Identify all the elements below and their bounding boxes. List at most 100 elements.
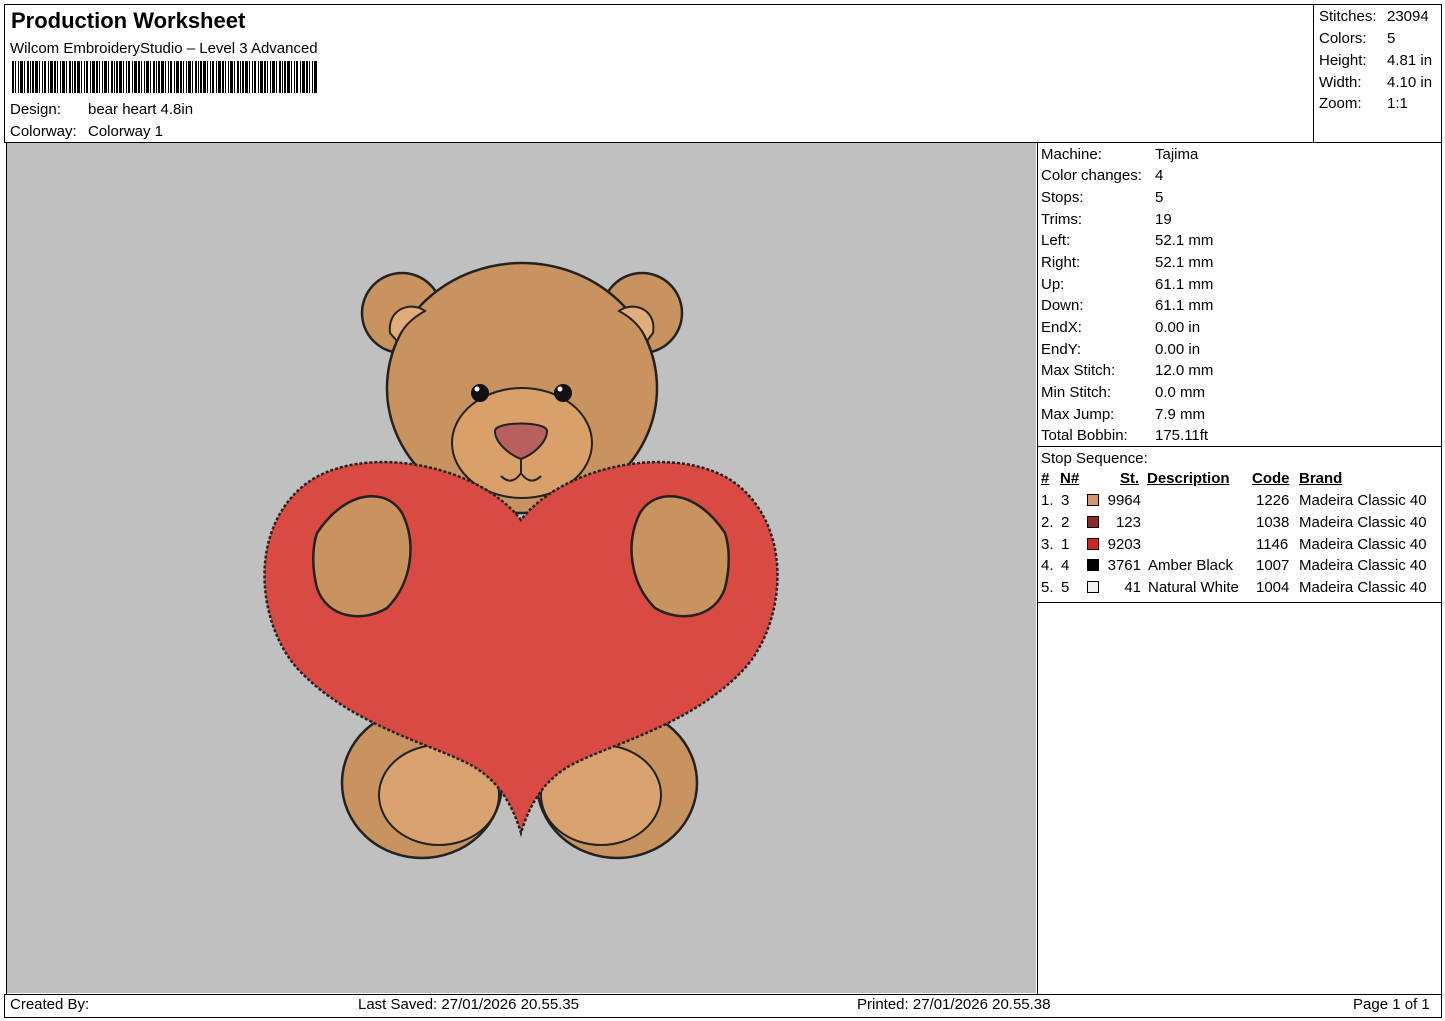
info-label: EndX: <box>1041 319 1082 336</box>
stats-value: 23094 <box>1387 8 1429 25</box>
col-header-brand: Brand <box>1299 470 1343 487</box>
info-label: Max Stitch: <box>1041 362 1116 379</box>
stats-row-zoom: Zoom: 1:1 <box>1319 95 1408 112</box>
row-brand: Madeira Classic 40 <box>1299 536 1427 553</box>
left-eye-shine <box>474 386 480 392</box>
row-n: 4 <box>1061 557 1070 574</box>
info-label: Left: <box>1041 232 1071 249</box>
row-num: 4. <box>1041 557 1054 574</box>
info-row-down: Down: 61.1 mm <box>1041 297 1213 314</box>
footer-created-by: Created By: <box>10 996 90 1013</box>
row-code: 1038 <box>1256 514 1290 531</box>
info-row-stops: Stops: 5 <box>1041 189 1163 206</box>
row-code: 1007 <box>1256 557 1290 574</box>
right-eye <box>554 384 572 402</box>
row-stitches: 9964 <box>1107 492 1141 509</box>
row-brand: Madeira Classic 40 <box>1299 514 1427 531</box>
info-label: Max Jump: <box>1041 406 1115 423</box>
info-value: Tajima <box>1155 146 1199 163</box>
info-row-color-changes: Color changes: 4 <box>1041 167 1163 184</box>
info-row-total-bobbin: Total Bobbin: 175.11ft <box>1041 427 1208 444</box>
row-n: 5 <box>1061 579 1070 596</box>
row-num: 3. <box>1041 536 1054 553</box>
info-label: Trims: <box>1041 211 1083 228</box>
info-row-machine: Machine: Tajima <box>1041 146 1198 163</box>
info-value: 61.1 mm <box>1155 276 1214 293</box>
bear-heart-design <box>263 261 779 860</box>
color-swatch <box>1087 581 1099 593</box>
stats-value: 4.81 in <box>1387 52 1433 69</box>
page-title: Production Worksheet <box>11 8 246 33</box>
info-value: 175.11ft <box>1155 427 1209 444</box>
stats-row-height: Height: 4.81 in <box>1319 52 1432 69</box>
info-value: 12.0 mm <box>1155 362 1214 379</box>
footer-printed: Printed: 27/01/2026 20.55.38 <box>857 996 1051 1013</box>
row-brand: Madeira Classic 40 <box>1299 579 1427 596</box>
design-row: Design: bear heart 4.8in <box>10 101 193 118</box>
row-description: Amber Black <box>1148 557 1234 574</box>
stats-row-colors: Colors: 5 <box>1319 30 1395 47</box>
footer-page: Page 1 of 1 <box>1353 996 1430 1013</box>
info-label: Color changes: <box>1041 167 1142 184</box>
colorway-row: Colorway: Colorway 1 <box>10 123 163 140</box>
col-header-n: N# <box>1060 470 1080 487</box>
row-stitches: 41 <box>1124 579 1141 596</box>
color-swatch <box>1087 559 1099 571</box>
info-value: 19 <box>1155 211 1172 228</box>
info-row-trims: Trims: 19 <box>1041 211 1172 228</box>
color-swatch <box>1087 516 1099 528</box>
info-label: Up: <box>1041 276 1065 293</box>
info-label: Machine: <box>1041 146 1102 163</box>
colorway-label: Colorway: <box>10 123 77 140</box>
info-value: 61.1 mm <box>1155 297 1214 314</box>
right-eye-shine <box>557 386 563 392</box>
color-swatch <box>1087 494 1099 506</box>
stats-label: Height: <box>1319 52 1367 69</box>
info-label: Right: <box>1041 254 1081 271</box>
barcode-icon <box>12 61 317 93</box>
info-value: 7.9 mm <box>1155 406 1206 423</box>
design-canvas[interactable] <box>7 143 1036 993</box>
info-value: 4 <box>1155 167 1164 184</box>
footer-last-saved: Last Saved: 27/01/2026 20.55.35 <box>358 996 580 1013</box>
col-header-description: Description <box>1147 470 1230 487</box>
info-row-endx: EndX: 0.00 in <box>1041 319 1200 336</box>
stats-label: Zoom: <box>1319 95 1362 112</box>
col-header-num: # <box>1041 470 1050 487</box>
info-label: Down: <box>1041 297 1084 314</box>
design-value: bear heart 4.8in <box>88 101 194 118</box>
info-label: Stops: <box>1041 189 1084 206</box>
info-row-right: Right: 52.1 mm <box>1041 254 1213 271</box>
info-label: EndY: <box>1041 341 1082 358</box>
info-panel <box>1037 142 1442 447</box>
row-description: Natural White <box>1148 579 1239 596</box>
row-n: 2 <box>1061 514 1070 531</box>
row-brand: Madeira Classic 40 <box>1299 557 1427 574</box>
info-row-max-stitch: Max Stitch: 12.0 mm <box>1041 362 1213 379</box>
stats-label: Width: <box>1319 74 1362 91</box>
sequence-title: Stop Sequence: <box>1041 450 1148 467</box>
info-row-endy: EndY: 0.00 in <box>1041 341 1200 358</box>
stats-label: Stitches: <box>1319 8 1377 25</box>
row-stitches: 3761 <box>1107 557 1141 574</box>
row-stitches: 123 <box>1115 514 1141 531</box>
row-code: 1226 <box>1256 492 1290 509</box>
col-header-code: Code <box>1252 470 1290 487</box>
stats-value: 4.10 in <box>1387 74 1433 91</box>
row-stitches: 9203 <box>1107 536 1141 553</box>
colorway-value: Colorway 1 <box>88 123 164 140</box>
info-value: 0.0 mm <box>1155 384 1206 401</box>
info-row-max-jump: Max Jump: 7.9 mm <box>1041 406 1205 423</box>
row-brand: Madeira Classic 40 <box>1299 492 1427 509</box>
info-label: Min Stitch: <box>1041 384 1112 401</box>
info-value: 0.00 in <box>1155 319 1201 336</box>
info-value: 52.1 mm <box>1155 232 1214 249</box>
footer-box <box>4 994 1442 1018</box>
stats-row-stitches: Stitches: 23094 <box>1319 8 1429 25</box>
info-value: 52.1 mm <box>1155 254 1214 271</box>
stats-value: 1:1 <box>1387 95 1408 112</box>
row-n: 3 <box>1061 492 1070 509</box>
row-code: 1146 <box>1256 536 1289 553</box>
info-row-left: Left: 52.1 mm <box>1041 232 1213 249</box>
row-num: 2. <box>1041 514 1054 531</box>
